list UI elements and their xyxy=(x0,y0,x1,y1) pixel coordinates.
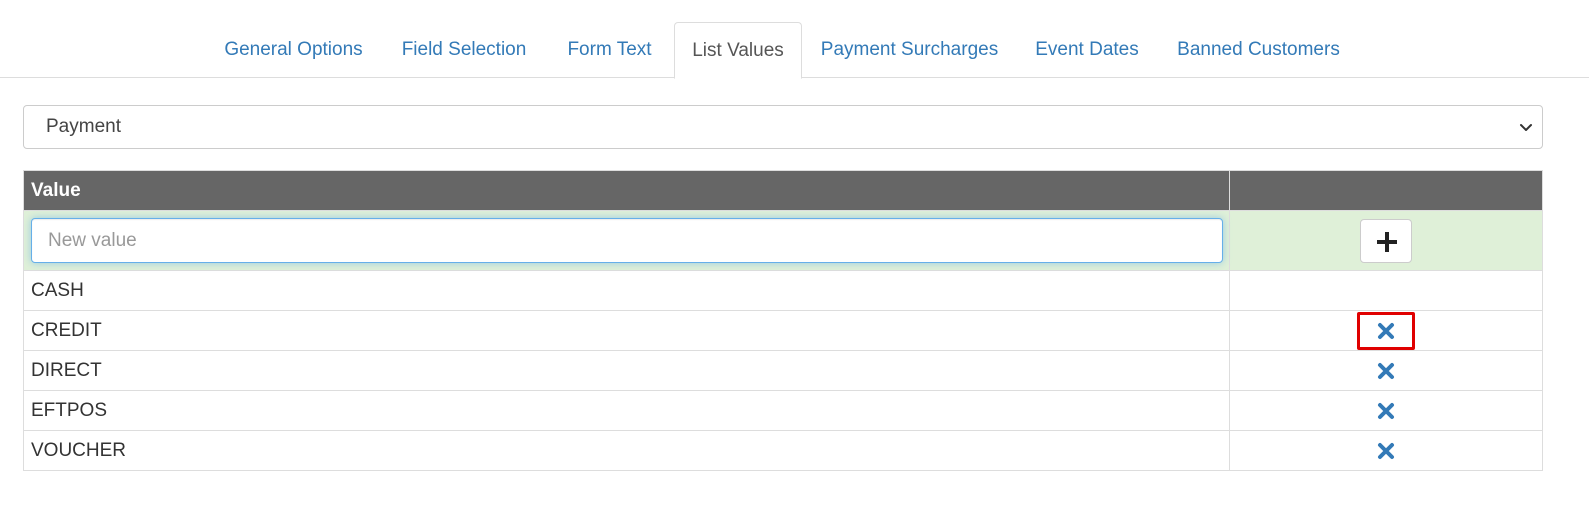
table-row: DIRECT xyxy=(23,350,1543,391)
close-icon xyxy=(1378,402,1394,419)
list-values-table: Value CASH xyxy=(23,170,1543,471)
value-cell: CREDIT xyxy=(23,310,1230,351)
value-cell: VOUCHER xyxy=(23,430,1230,471)
tab-field-selection[interactable]: Field Selection xyxy=(390,22,538,78)
plus-icon xyxy=(1377,231,1397,252)
close-icon xyxy=(1378,322,1394,339)
close-icon xyxy=(1378,442,1394,459)
tab-banned-customers[interactable]: Banned Customers xyxy=(1167,22,1350,78)
column-header-actions xyxy=(1229,170,1543,211)
tab-event-dates[interactable]: Event Dates xyxy=(1022,22,1152,78)
actions-cell xyxy=(1229,310,1543,351)
table-row: CREDIT xyxy=(23,310,1543,351)
value-cell: DIRECT xyxy=(23,350,1230,391)
close-icon xyxy=(1378,362,1394,379)
table-row: CASH xyxy=(23,270,1543,311)
list-type-select[interactable]: Payment xyxy=(23,105,1543,149)
tab-general-options[interactable]: General Options xyxy=(212,22,375,78)
delete-value-button[interactable] xyxy=(1372,357,1400,385)
actions-cell xyxy=(1229,430,1543,471)
tab-list-values[interactable]: List Values xyxy=(674,22,802,79)
actions-cell xyxy=(1229,390,1543,431)
add-value-button[interactable] xyxy=(1360,218,1412,263)
column-header-value: Value xyxy=(23,170,1230,211)
tab-form-text[interactable]: Form Text xyxy=(554,22,665,78)
table-row: VOUCHER xyxy=(23,430,1543,471)
new-value-row xyxy=(23,210,1543,271)
settings-tabs: General Options Field Selection Form Tex… xyxy=(0,22,1589,79)
actions-cell xyxy=(1229,350,1543,391)
list-type-selected-value: Payment xyxy=(46,116,121,137)
new-value-input[interactable] xyxy=(31,218,1223,263)
delete-value-button[interactable] xyxy=(1372,397,1400,425)
table-header-row: Value xyxy=(23,170,1543,211)
chevron-down-icon xyxy=(1518,119,1534,135)
table-row: EFTPOS xyxy=(23,390,1543,431)
value-cell: EFTPOS xyxy=(23,390,1230,431)
delete-value-button[interactable] xyxy=(1357,311,1415,350)
add-cell xyxy=(1229,210,1543,271)
actions-cell xyxy=(1229,270,1543,311)
list-values-page: General Options Field Selection Form Tex… xyxy=(0,0,1589,512)
new-value-cell xyxy=(23,210,1230,271)
delete-value-button[interactable] xyxy=(1372,437,1400,465)
tab-payment-surcharges[interactable]: Payment Surcharges xyxy=(812,22,1007,78)
value-cell: CASH xyxy=(23,270,1230,311)
